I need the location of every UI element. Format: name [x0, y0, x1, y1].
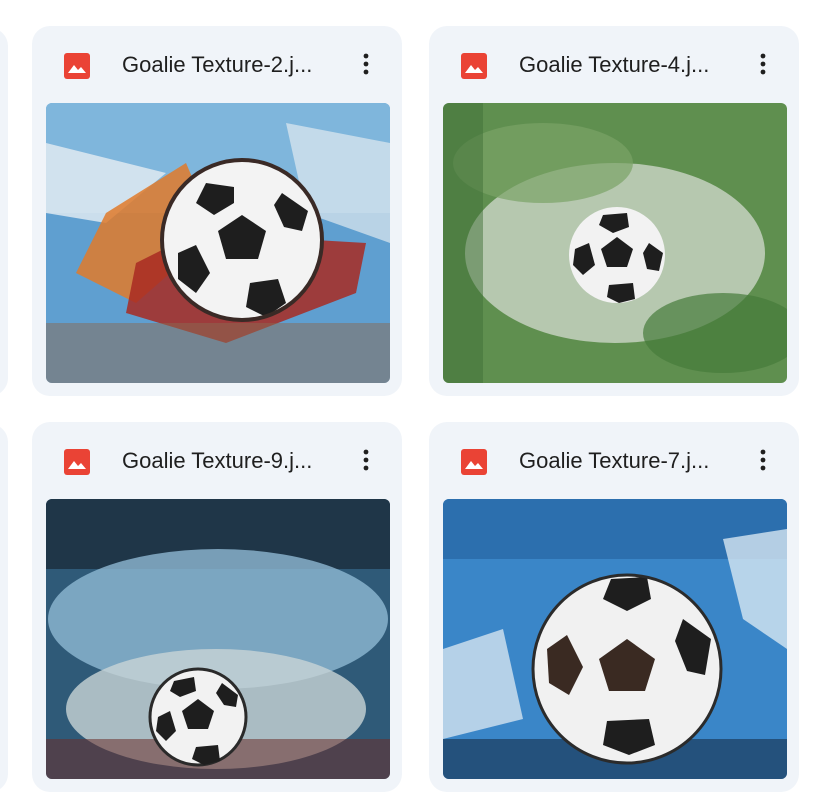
partial-file-card[interactable] — [0, 28, 8, 396]
file-card-header: Goalie Texture-7.j... — [429, 422, 799, 498]
more-vert-icon — [760, 53, 766, 75]
file-thumbnail[interactable] — [46, 499, 390, 779]
file-card-header: Goalie Texture-2.j... — [32, 26, 402, 102]
file-thumbnail[interactable] — [46, 103, 390, 383]
more-options-button[interactable] — [350, 48, 382, 80]
more-vert-icon — [760, 449, 766, 471]
file-card[interactable]: Goalie Texture-4.j... — [429, 26, 799, 396]
file-card[interactable]: Goalie Texture-7.j... — [429, 422, 799, 792]
more-options-button[interactable] — [747, 48, 779, 80]
more-vert-icon — [363, 53, 369, 75]
image-file-icon — [461, 53, 487, 79]
file-name: Goalie Texture-4.j... — [519, 52, 710, 77]
more-options-button[interactable] — [747, 444, 779, 476]
file-name: Goalie Texture-9.j... — [122, 448, 313, 473]
file-card[interactable]: Goalie Texture-9.j... — [32, 422, 402, 792]
partial-file-card[interactable] — [0, 424, 8, 792]
file-card-header: Goalie Texture-9.j... — [32, 422, 402, 498]
file-thumbnail[interactable] — [443, 103, 787, 383]
more-options-button[interactable] — [350, 444, 382, 476]
file-name: Goalie Texture-7.j... — [519, 448, 710, 473]
image-file-icon — [461, 449, 487, 475]
file-name: Goalie Texture-2.j... — [122, 52, 313, 77]
image-file-icon — [64, 449, 90, 475]
image-file-icon — [64, 53, 90, 79]
file-thumbnail[interactable] — [443, 499, 787, 779]
file-card-header: Goalie Texture-4.j... — [429, 26, 799, 102]
more-vert-icon — [363, 449, 369, 471]
file-card[interactable]: Goalie Texture-2.j... — [32, 26, 402, 396]
